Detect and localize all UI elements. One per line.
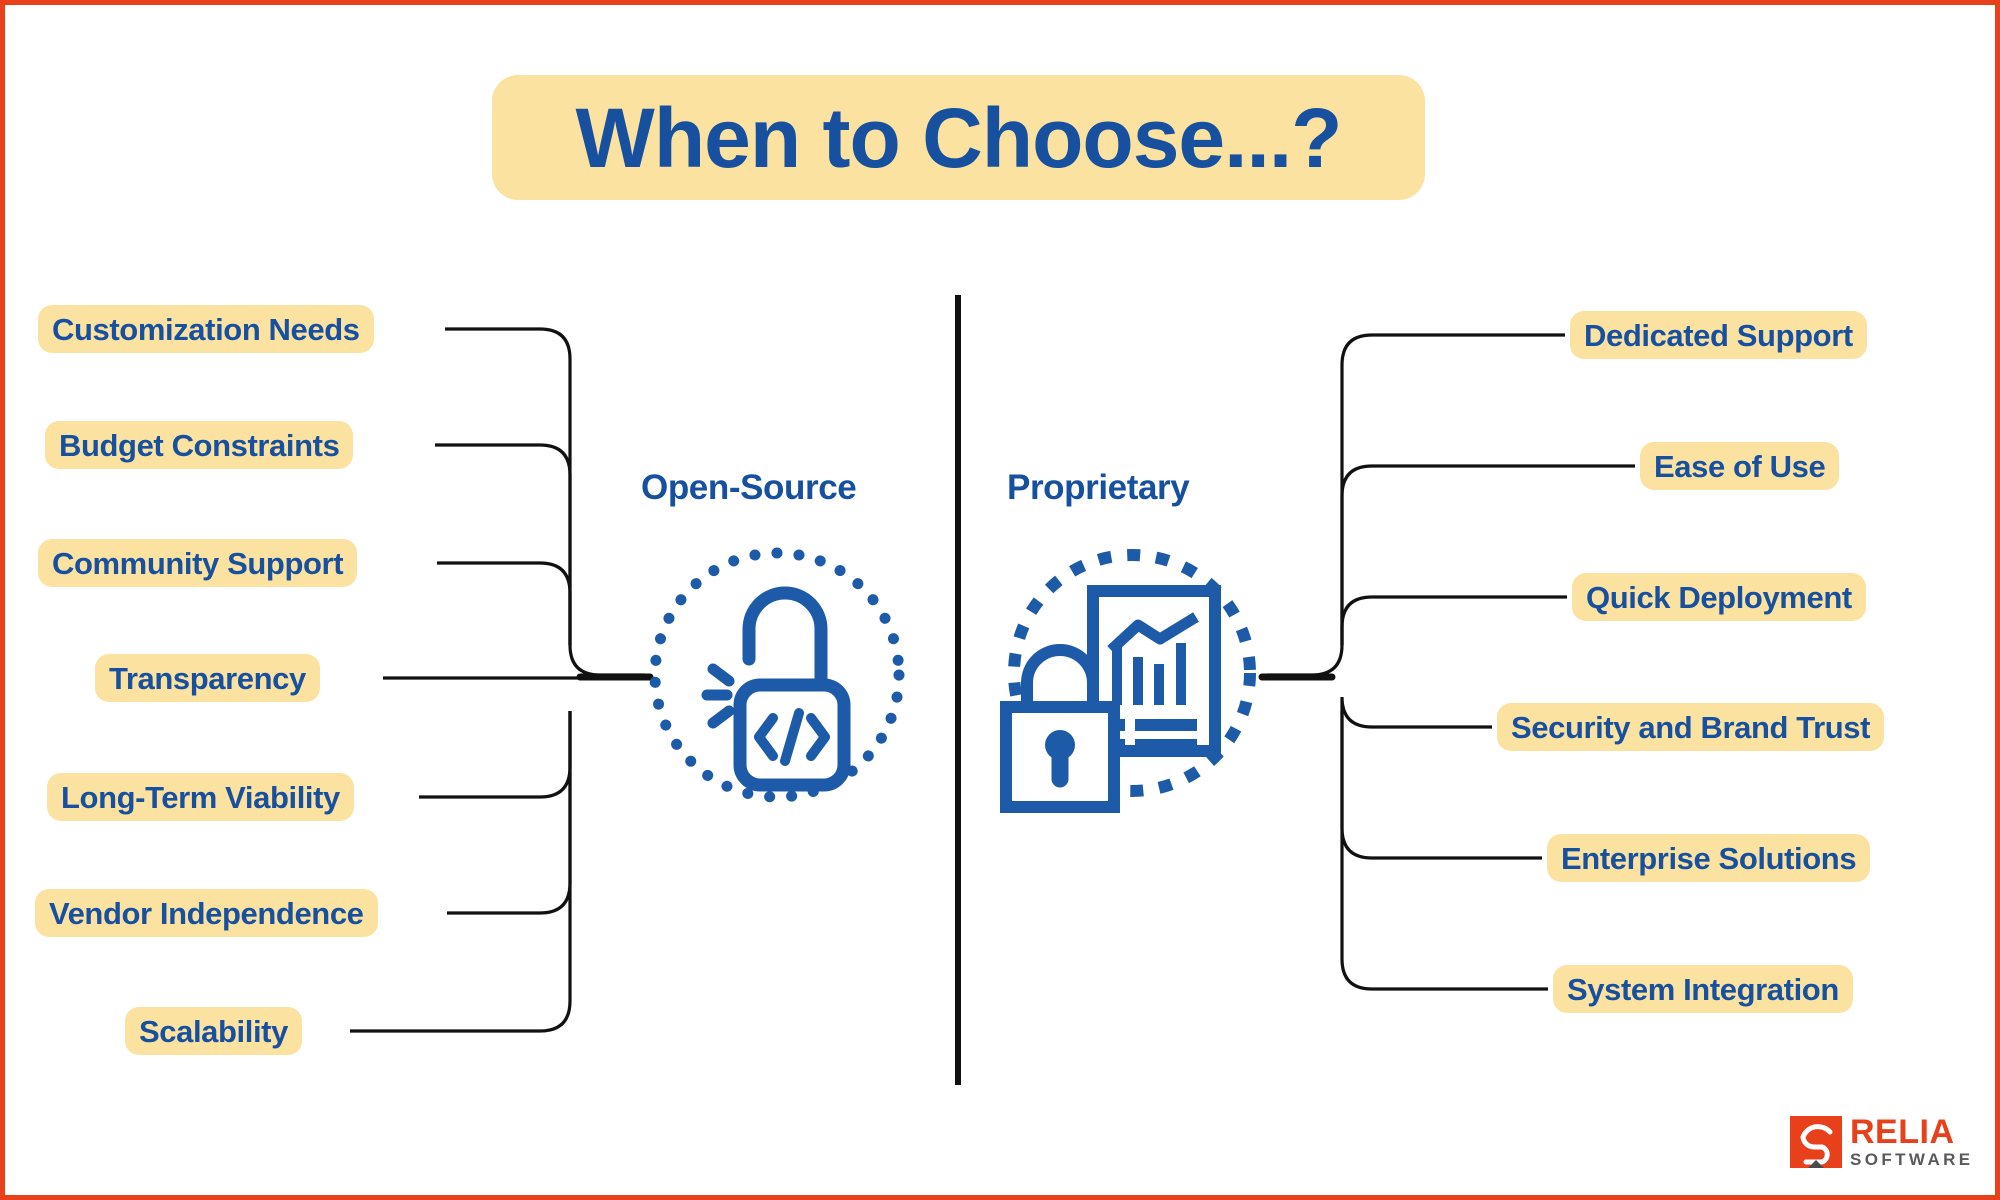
list-item[interactable]: Community Support [38, 539, 358, 587]
list-item-label: Dedicated Support [1584, 317, 1853, 353]
list-item[interactable]: Scalability [125, 1007, 302, 1055]
page-title: When to Choose...? [575, 90, 1343, 185]
list-item-label: Customization Needs [52, 311, 360, 347]
list-item-label: Community Support [52, 545, 344, 581]
infographic-canvas: When to Choose...? Customization Needs B… [0, 0, 2000, 1200]
open-padlock-code-icon [649, 547, 905, 803]
relia-s-mark-icon [1790, 1115, 1842, 1168]
list-item-label: Ease of Use [1654, 448, 1826, 484]
list-item-label: Transparency [109, 660, 306, 696]
list-item[interactable]: System Integration [1553, 965, 1853, 1013]
list-item[interactable]: Dedicated Support [1570, 311, 1867, 359]
branch-heading-proprietary: Proprietary [1007, 468, 1190, 507]
list-item[interactable]: Enterprise Solutions [1547, 834, 1871, 882]
branch-heading-open-source: Open-Source [641, 468, 857, 507]
list-item[interactable]: Security and Brand Trust [1497, 703, 1885, 751]
list-item[interactable]: Long-Term Viability [47, 773, 354, 821]
list-item-label: Long-Term Viability [61, 779, 340, 815]
list-item-label: Quick Deployment [1586, 579, 1852, 615]
logo-primary-text: RELIA [1850, 1113, 1955, 1151]
list-item-label: Security and Brand Trust [1511, 709, 1871, 745]
list-item[interactable]: Ease of Use [1640, 442, 1840, 490]
list-item-label: Scalability [139, 1013, 288, 1049]
closed-padlock-report-icon [1000, 549, 1256, 813]
list-item[interactable]: Vendor Independence [35, 889, 378, 937]
list-item[interactable]: Customization Needs [38, 305, 374, 353]
list-item[interactable]: Budget Constraints [45, 421, 354, 469]
logo-secondary-text: SOFTWARE [1850, 1150, 1974, 1169]
list-item-label: Vendor Independence [49, 895, 364, 931]
relia-software-logo: RELIA SOFTWARE [1790, 1115, 1974, 1168]
center-divider [955, 295, 961, 1085]
list-item-label: System Integration [1567, 971, 1839, 1007]
list-item[interactable]: Quick Deployment [1572, 573, 1866, 621]
list-item-label: Budget Constraints [59, 427, 340, 463]
page-title-banner: When to Choose...? [492, 75, 1425, 200]
list-item-label: Enterprise Solutions [1561, 840, 1857, 876]
list-item[interactable]: Transparency [95, 654, 320, 702]
